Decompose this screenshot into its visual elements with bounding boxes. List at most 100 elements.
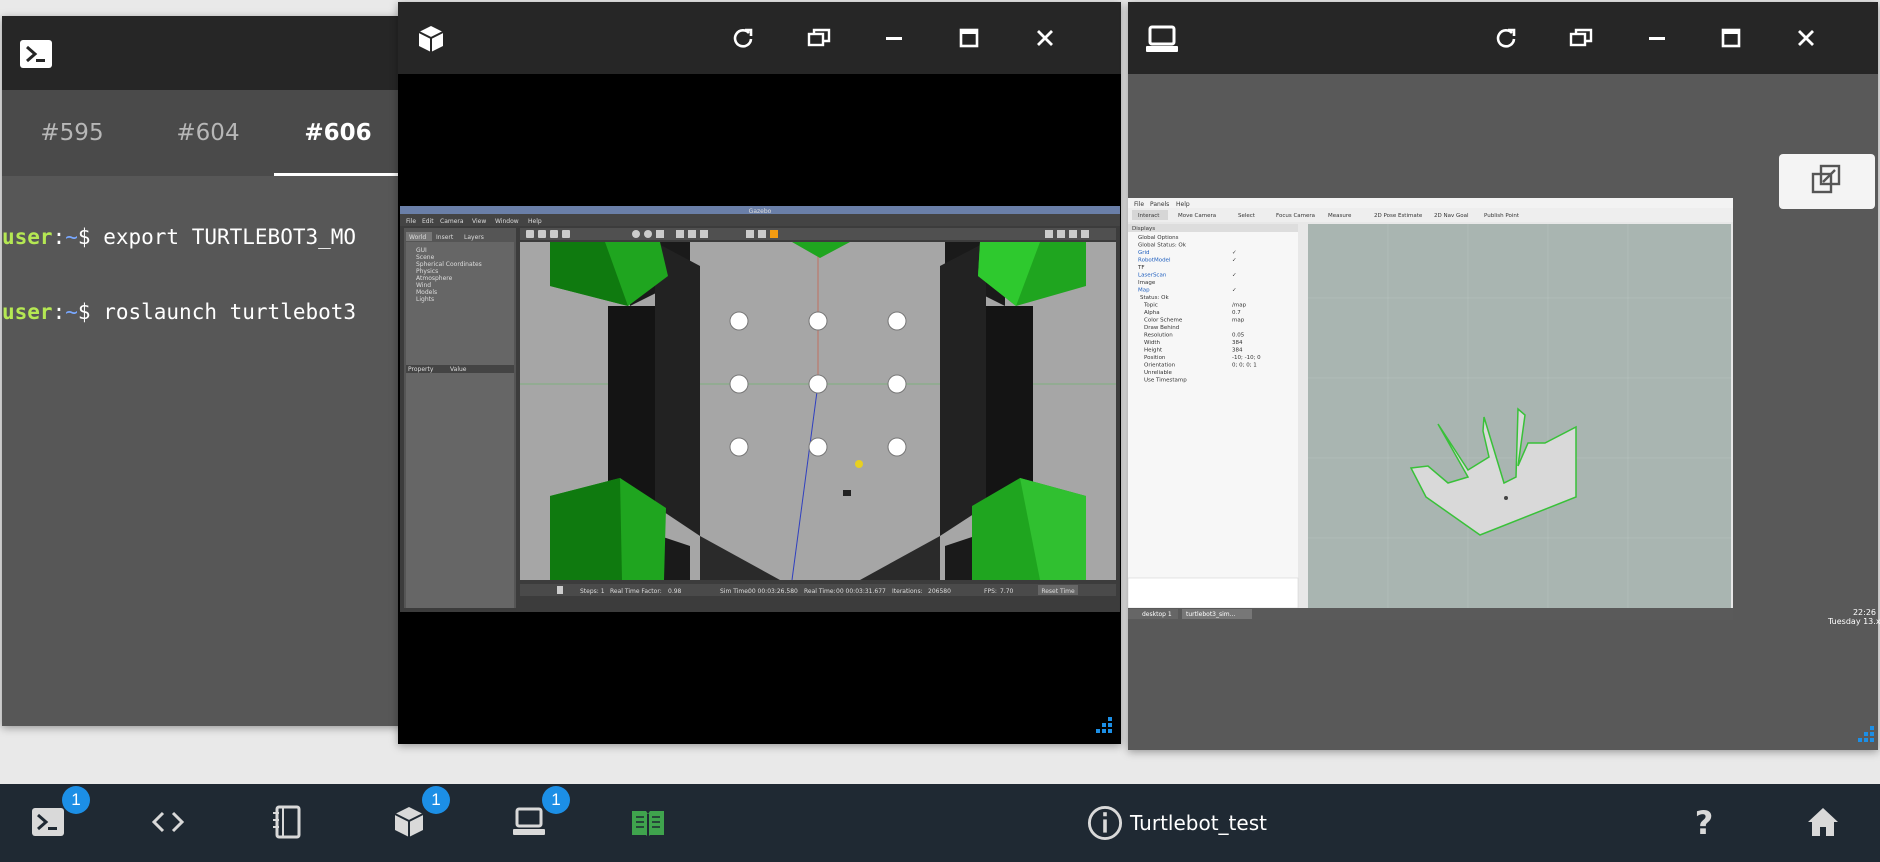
refresh-icon[interactable] — [1492, 24, 1520, 52]
menu-help[interactable]: Help — [528, 218, 542, 225]
minimize-icon[interactable] — [1643, 24, 1671, 52]
tree-item[interactable]: Lights — [416, 296, 434, 303]
scale-toggle-button[interactable] — [1779, 154, 1875, 209]
menu-view[interactable]: View — [472, 218, 486, 225]
display-item[interactable]: Orientation — [1144, 363, 1176, 369]
book-icon[interactable] — [630, 804, 666, 840]
display-value[interactable]: 384 — [1232, 348, 1243, 354]
tree-item[interactable]: Physics — [416, 268, 438, 275]
popout-icon[interactable] — [805, 24, 833, 52]
menu-file[interactable]: File — [406, 218, 416, 225]
tool-move-camera[interactable]: Move Camera — [1178, 213, 1216, 219]
display-item[interactable]: Grid — [1138, 250, 1150, 256]
display-item[interactable]: Status: Ok — [1140, 295, 1169, 301]
tab-595[interactable]: #595 — [2, 90, 142, 176]
display-value[interactable]: 0; 0; 0; 1 — [1232, 363, 1257, 369]
display-item[interactable]: Color Scheme — [1144, 318, 1183, 324]
remote-desktop-view[interactable]: File Panels Help Interact Move Camera Se… — [1128, 74, 1880, 752]
display-item[interactable]: Global Options — [1138, 235, 1179, 241]
tool-interact[interactable]: Interact — [1138, 213, 1160, 219]
terminal-icon[interactable] — [30, 804, 66, 840]
terminal-window[interactable]: #595 #604 #606 user:~$ export TURTLEBOT3… — [2, 16, 402, 726]
display-item[interactable]: Topic — [1143, 303, 1158, 309]
close-icon[interactable] — [1031, 24, 1059, 52]
display-value[interactable]: 384 — [1232, 340, 1243, 346]
terminal-output[interactable]: user:~$ export TURTLEBOT3_MO user:~$ ros… — [2, 176, 402, 374]
gazebo-3d-view[interactable] — [520, 242, 1116, 581]
display-item[interactable]: Resolution — [1144, 333, 1173, 339]
refresh-icon[interactable] — [729, 24, 757, 52]
display-item[interactable]: Alpha — [1144, 310, 1160, 316]
tree-item[interactable]: Wind — [416, 282, 431, 289]
info-icon[interactable] — [1087, 805, 1123, 841]
tree-item[interactable]: Atmosphere — [416, 275, 453, 282]
tool-publish-point[interactable]: Publish Point — [1484, 213, 1520, 219]
gazebo-window[interactable]: Gazebo File Edit Camera View Window Help… — [398, 2, 1121, 744]
tab-insert[interactable]: Insert — [436, 234, 454, 241]
tree-item[interactable]: Scene — [416, 254, 435, 261]
display-value[interactable]: ✓ — [1232, 258, 1237, 264]
resize-grip-icon[interactable] — [1090, 715, 1114, 743]
display-item[interactable]: Position — [1144, 355, 1166, 361]
tab-604[interactable]: #604 — [140, 90, 276, 176]
terminal-titlebar[interactable] — [2, 16, 402, 90]
help-icon[interactable]: ? — [1686, 804, 1722, 842]
menu-window[interactable]: Window — [495, 218, 519, 225]
menu-file[interactable]: File — [1134, 201, 1144, 208]
display-item[interactable]: Image — [1138, 280, 1156, 286]
display-item[interactable]: Unreliable — [1144, 370, 1172, 376]
display-value[interactable]: map — [1232, 318, 1245, 324]
display-value[interactable]: ✓ — [1232, 273, 1237, 279]
maximize-icon[interactable] — [1717, 24, 1745, 52]
notebook-icon[interactable] — [270, 804, 306, 840]
display-item[interactable]: Use Timestamp — [1144, 378, 1187, 384]
code-icon[interactable] — [150, 804, 186, 840]
gazebo-titlebar[interactable] — [398, 2, 1121, 74]
desktop-label[interactable]: desktop 1 — [1142, 611, 1172, 618]
menu-help[interactable]: Help — [1176, 201, 1190, 208]
desktop-titlebar[interactable] — [1128, 2, 1878, 74]
tree-item[interactable]: Models — [416, 289, 437, 296]
menu-panels[interactable]: Panels — [1150, 201, 1169, 208]
tree-item[interactable]: GUI — [416, 247, 427, 254]
tree-item[interactable]: Spherical Coordinates — [416, 261, 482, 268]
display-item[interactable]: Width — [1144, 340, 1160, 346]
menu-camera[interactable]: Camera — [440, 218, 464, 225]
tab-606[interactable]: #606 — [274, 90, 402, 176]
rviz-app[interactable]: File Panels Help Interact Move Camera Se… — [1128, 198, 1733, 628]
display-item[interactable]: Height — [1144, 348, 1163, 354]
display-item[interactable]: Map — [1138, 288, 1150, 294]
home-icon[interactable] — [1805, 804, 1841, 840]
display-value[interactable]: /map — [1232, 303, 1247, 309]
tool-2d-pose-estimate[interactable]: 2D Pose Estimate — [1374, 213, 1423, 219]
taskbar-app[interactable]: turtlebot3_sim... — [1186, 611, 1235, 618]
display-item[interactable]: Global Status: Ok — [1138, 243, 1187, 249]
minimize-icon[interactable] — [880, 24, 908, 52]
desktop-window[interactable]: File Panels Help Interact Move Camera Se… — [1128, 2, 1880, 752]
tool-select[interactable]: Select — [1238, 213, 1256, 219]
menu-edit[interactable]: Edit — [422, 218, 434, 225]
tab-world[interactable]: World — [409, 234, 426, 241]
laptop-icon[interactable] — [511, 804, 547, 840]
display-item[interactable]: Draw Behind — [1144, 325, 1179, 331]
gazebo-app[interactable]: Gazebo File Edit Camera View Window Help… — [400, 206, 1120, 612]
tool-2d-nav-goal[interactable]: 2D Nav Goal — [1434, 213, 1469, 219]
tool-measure[interactable]: Measure — [1328, 213, 1352, 219]
cube-icon[interactable] — [391, 804, 427, 840]
reset-time-button[interactable]: Reset Time — [1041, 588, 1075, 595]
maximize-icon[interactable] — [955, 24, 983, 52]
close-icon[interactable] — [1792, 24, 1820, 52]
display-value[interactable]: ✓ — [1232, 250, 1237, 256]
display-value[interactable]: -10; -10; 0 — [1232, 355, 1261, 361]
display-value[interactable]: 0.05 — [1232, 333, 1245, 339]
popout-icon[interactable] — [1567, 24, 1595, 52]
display-value[interactable]: ✓ — [1232, 288, 1237, 294]
display-item[interactable]: RobotModel — [1138, 258, 1171, 264]
pause-icon[interactable] — [557, 586, 563, 594]
display-value[interactable]: 0.7 — [1232, 310, 1241, 316]
tab-layers[interactable]: Layers — [464, 234, 484, 241]
tool-focus-camera[interactable]: Focus Camera — [1276, 213, 1315, 219]
display-item[interactable]: LaserScan — [1138, 273, 1167, 279]
display-item[interactable]: TF — [1137, 265, 1145, 271]
resize-grip-icon[interactable] — [1852, 724, 1876, 752]
